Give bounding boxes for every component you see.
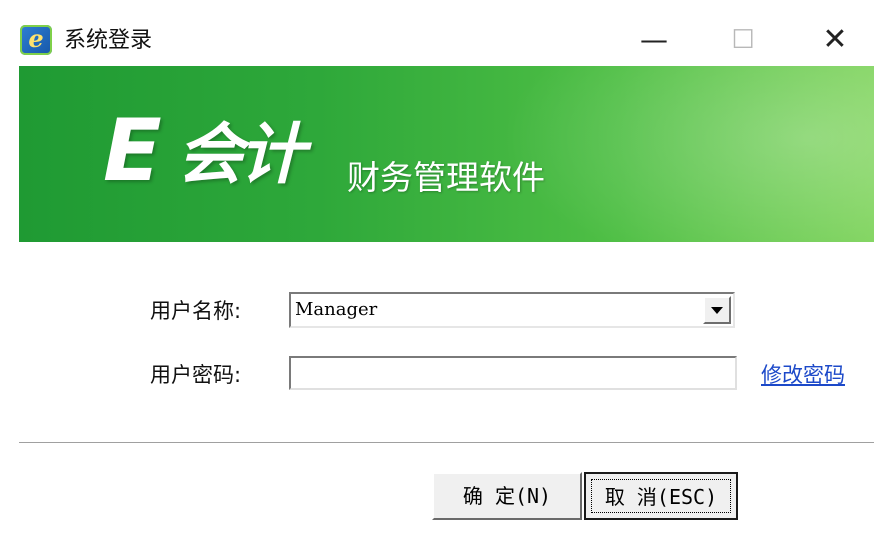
close-button[interactable]: ✕ bbox=[805, 18, 865, 62]
maximize-button[interactable]: ☐ bbox=[713, 18, 773, 62]
brand-banner: E 会计 财务管理软件 bbox=[19, 66, 874, 242]
dropdown-button[interactable] bbox=[703, 296, 731, 324]
brand-letter: E bbox=[103, 101, 162, 201]
e-app-icon: e bbox=[20, 24, 52, 55]
user-name-value: Manager bbox=[295, 299, 378, 320]
password-input[interactable] bbox=[289, 356, 737, 390]
minimize-button[interactable]: — bbox=[624, 18, 684, 62]
title-bar: e 系统登录 — ☐ ✕ bbox=[0, 0, 885, 66]
app-icon-glyph: e bbox=[28, 24, 44, 53]
change-password-link[interactable]: 修改密码 bbox=[761, 360, 845, 390]
window-title: 系统登录 bbox=[64, 28, 153, 53]
brand-name: 会计 bbox=[177, 116, 305, 193]
cancel-button-label: 取 消(ESC) bbox=[591, 479, 731, 513]
user-name-label: 用户名称: bbox=[150, 299, 242, 323]
banner-sheen bbox=[449, 66, 874, 242]
ok-button[interactable]: 确 定(N) bbox=[432, 472, 582, 520]
password-label: 用户密码: bbox=[150, 363, 242, 387]
user-name-select[interactable]: Manager bbox=[289, 292, 735, 328]
separator-line bbox=[19, 442, 874, 444]
cancel-button[interactable]: 取 消(ESC) bbox=[584, 472, 738, 520]
chevron-down-icon bbox=[711, 307, 723, 314]
brand-subtitle: 财务管理软件 bbox=[347, 158, 545, 197]
